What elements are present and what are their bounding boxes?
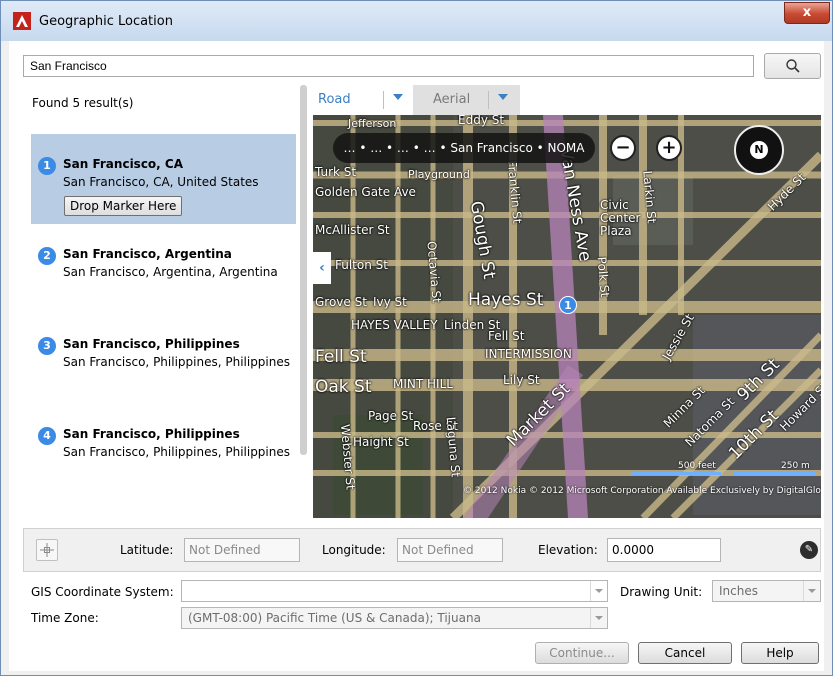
help-button[interactable]: Help — [741, 642, 819, 664]
geographic-location-dialog: Geographic Location x Found 5 result(s) … — [0, 0, 833, 676]
chevron-down-icon — [590, 608, 607, 628]
location-search-input[interactable] — [23, 55, 754, 77]
result-count: Found 5 result(s) — [32, 96, 134, 110]
gis-coordinate-system-select[interactable] — [181, 580, 608, 602]
tab-road-label: Road — [318, 92, 351, 107]
autocad-app-icon — [13, 12, 31, 30]
map-label: HAYES VALLEY — [351, 318, 438, 332]
drawing-unit-select[interactable]: Inches — [712, 580, 821, 602]
chevron-down-icon — [803, 581, 820, 601]
map-label: Eddy St — [458, 115, 505, 127]
map-label: Oak St — [315, 377, 372, 397]
zoom-out-button[interactable]: − — [610, 135, 636, 161]
map-label: McAllister St — [315, 223, 390, 237]
map-label: Haight St — [353, 435, 409, 449]
result-title: San Francisco, Philippines — [63, 337, 240, 351]
chevron-down-icon[interactable] — [393, 94, 403, 100]
map-label: Civic Center Plaza — [600, 198, 641, 238]
map-label: Golden Gate Ave — [315, 185, 416, 199]
map-copyright: © 2012 Nokia © 2012 Microsoft Corporatio… — [463, 486, 821, 496]
result-number-badge: 3 — [38, 337, 56, 355]
latitude-field[interactable]: Not Defined — [184, 538, 300, 562]
map-label: Fell St — [315, 347, 367, 367]
map-label: Turk St — [315, 165, 357, 179]
map-label: Hayes St — [468, 290, 544, 310]
elevation-field[interactable]: 0.0000 — [607, 538, 721, 562]
map-label: Playground — [408, 168, 470, 181]
map-label: MINT HILL — [393, 377, 453, 391]
result-subtitle: San Francisco, CA, United States — [63, 175, 259, 189]
map-label: Fulton St — [335, 258, 388, 272]
result-number-badge: 2 — [38, 247, 56, 265]
result-item[interactable]: 2 San Francisco, Argentina San Francisco… — [31, 224, 296, 314]
result-title: San Francisco, Argentina — [63, 247, 232, 261]
result-title: San Francisco, CA — [63, 157, 184, 171]
results-list: 1 San Francisco, CA San Francisco, CA, U… — [31, 134, 296, 494]
close-button[interactable]: x — [784, 2, 830, 24]
result-subtitle: San Francisco, Philippines, Philippines — [63, 445, 290, 459]
chevron-left-icon[interactable]: ‹ — [313, 252, 331, 284]
map-label: Jefferson — [348, 117, 397, 130]
tab-divider — [488, 91, 489, 109]
gis-coordinate-system-label: GIS Coordinate System: — [31, 585, 174, 599]
time-zone-select[interactable]: (GMT-08:00) Pacific Time (US & Canada); … — [181, 607, 608, 629]
cancel-button[interactable]: Cancel — [638, 642, 732, 664]
tab-divider — [383, 91, 384, 109]
settings-icon[interactable]: ✎ — [800, 541, 818, 559]
scale-bar-feet — [631, 472, 721, 475]
coordinate-panel: Latitude: Not Defined Longitude: Not Def… — [23, 528, 821, 572]
continue-button[interactable]: Continue... — [535, 642, 629, 664]
time-zone-label: Time Zone: — [31, 611, 99, 625]
map-view[interactable]: Jefferson Playground Eddy St Turk St Gol… — [313, 115, 821, 518]
zoom-in-button[interactable]: + — [656, 135, 682, 161]
map-breadcrumb[interactable]: … • … • … • … • San Francisco • NOMA — [333, 133, 595, 163]
chevron-down-icon[interactable] — [498, 94, 508, 100]
map-label: Page St — [368, 409, 414, 423]
map-label: Lily St — [503, 373, 540, 387]
tab-aerial-label: Aerial — [433, 92, 471, 107]
compass-control[interactable]: N — [734, 125, 784, 175]
drop-marker-button[interactable]: Drop Marker Here — [64, 196, 183, 216]
pick-point-button[interactable] — [36, 539, 58, 561]
search-button[interactable] — [764, 53, 821, 79]
chevron-down-icon — [590, 581, 607, 601]
tab-aerial[interactable]: Aerial — [413, 85, 520, 115]
result-subtitle: San Francisco, Argentina, Argentina — [63, 265, 278, 279]
scale-meters-label: 250 m — [781, 461, 810, 471]
drawing-unit-label: Drawing Unit: — [620, 585, 703, 599]
map-tab-bar: Road Aerial — [313, 85, 821, 115]
window-title: Geographic Location — [39, 14, 173, 29]
map-label: Fell St — [488, 329, 525, 343]
longitude-label: Longitude: — [322, 543, 386, 557]
result-item[interactable]: 4 San Francisco, Philippines San Francis… — [31, 404, 296, 494]
drawing-unit-value: Inches — [719, 584, 758, 598]
time-zone-value: (GMT-08:00) Pacific Time (US & Canada); … — [188, 611, 481, 625]
result-number-badge: 1 — [38, 157, 56, 175]
map-label: Ivy St — [373, 295, 407, 309]
map-label: Grove St — [315, 295, 367, 309]
compass-north-label: N — [750, 141, 768, 159]
result-title: San Francisco, Philippines — [63, 427, 240, 441]
results-scrollbar[interactable] — [300, 85, 307, 455]
title-bar: Geographic Location x — [1, 1, 832, 41]
crosshair-icon — [40, 543, 54, 557]
map-pin-marker[interactable]: 1 — [559, 296, 577, 314]
result-number-badge: 4 — [38, 427, 56, 445]
latitude-label: Latitude: — [120, 543, 174, 557]
longitude-field[interactable]: Not Defined — [397, 538, 503, 562]
scale-feet-label: 500 feet — [678, 461, 716, 471]
result-item[interactable]: 3 San Francisco, Philippines San Francis… — [31, 314, 296, 404]
scale-bar-meters — [733, 472, 815, 475]
result-subtitle: San Francisco, Philippines, Philippines — [63, 355, 290, 369]
map-label: INTERMISSION — [485, 347, 572, 361]
tab-road[interactable]: Road — [313, 85, 413, 115]
result-item[interactable]: 1 San Francisco, CA San Francisco, CA, U… — [31, 134, 296, 224]
search-icon — [786, 59, 800, 73]
elevation-label: Elevation: — [538, 543, 598, 557]
